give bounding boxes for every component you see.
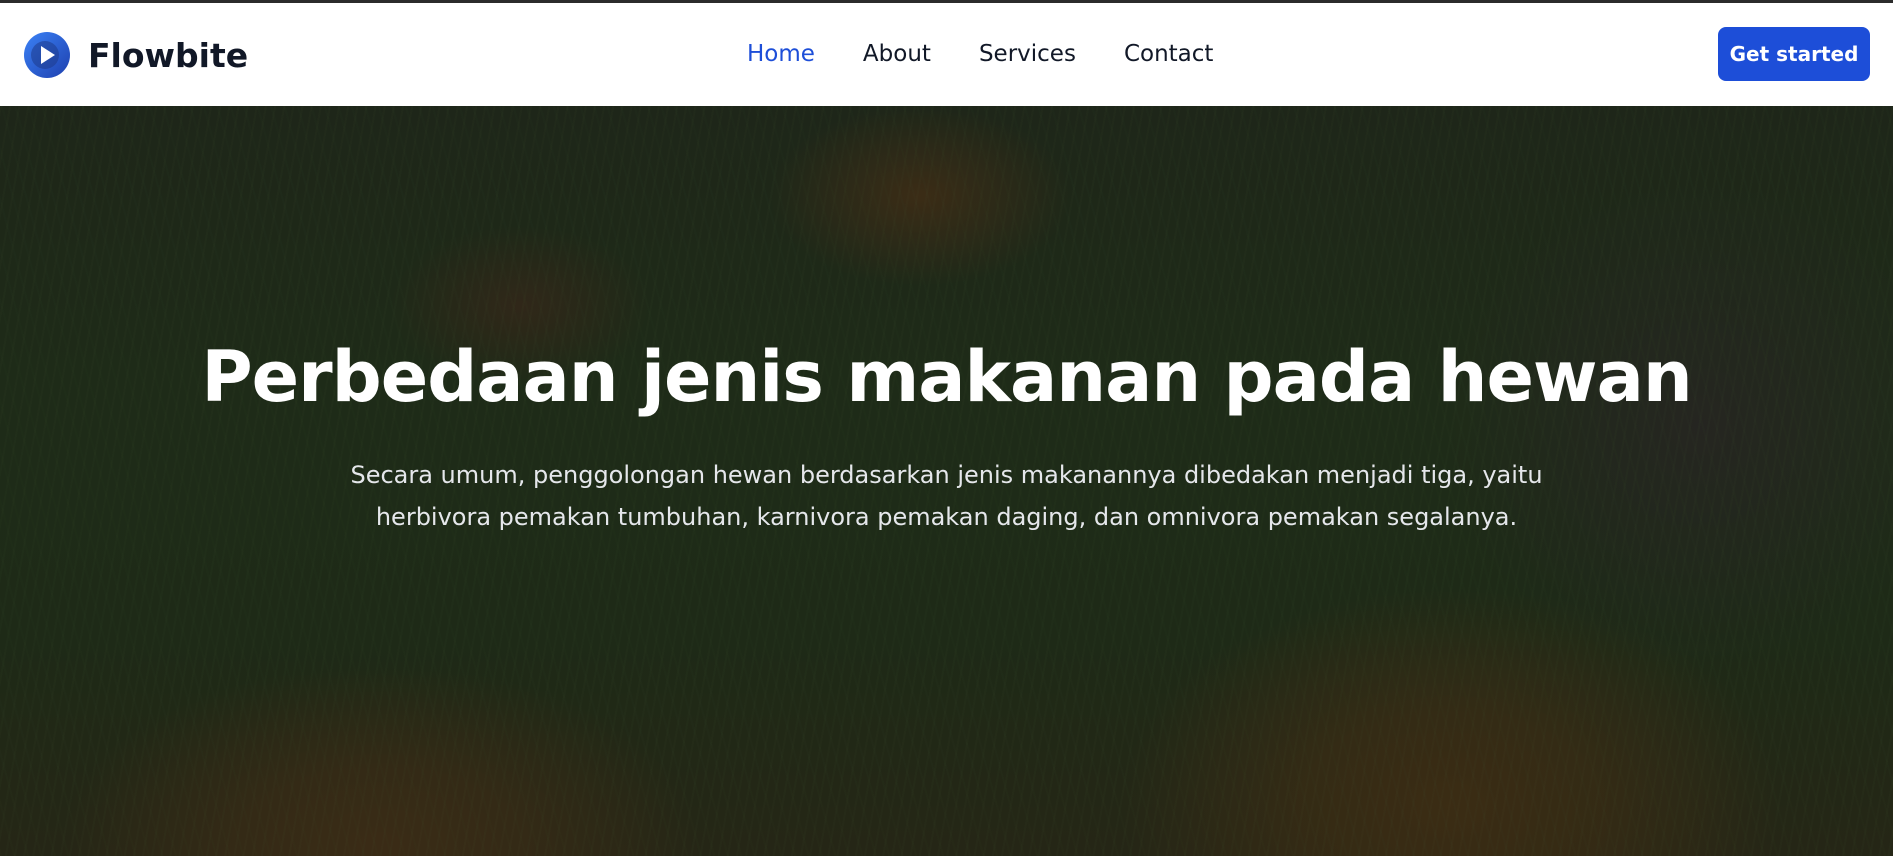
nav-item-services[interactable]: Services (979, 41, 1076, 67)
brand-link[interactable]: Flowbite (24, 31, 248, 79)
brand-name: Flowbite (88, 35, 249, 75)
nav-item-home[interactable]: Home (747, 41, 815, 67)
hero-subtitle: Secara umum, penggolongan hewan berdasar… (350, 461, 1543, 531)
play-circle-icon (24, 32, 70, 78)
nav-item-about[interactable]: About (863, 41, 931, 67)
page: Flowbite Home About Services Contact Get… (0, 0, 1893, 856)
get-started-button[interactable]: Get started (1718, 27, 1870, 81)
hero-section: Perbedaan jenis makanan pada hewan Secar… (0, 106, 1893, 856)
hero-title: Perbedaan jenis makanan pada hewan (201, 336, 1692, 418)
nav-item-contact[interactable]: Contact (1124, 41, 1213, 67)
navbar: Flowbite Home About Services Contact Get… (0, 3, 1893, 106)
main-nav: Home About Services Contact (747, 41, 1213, 67)
